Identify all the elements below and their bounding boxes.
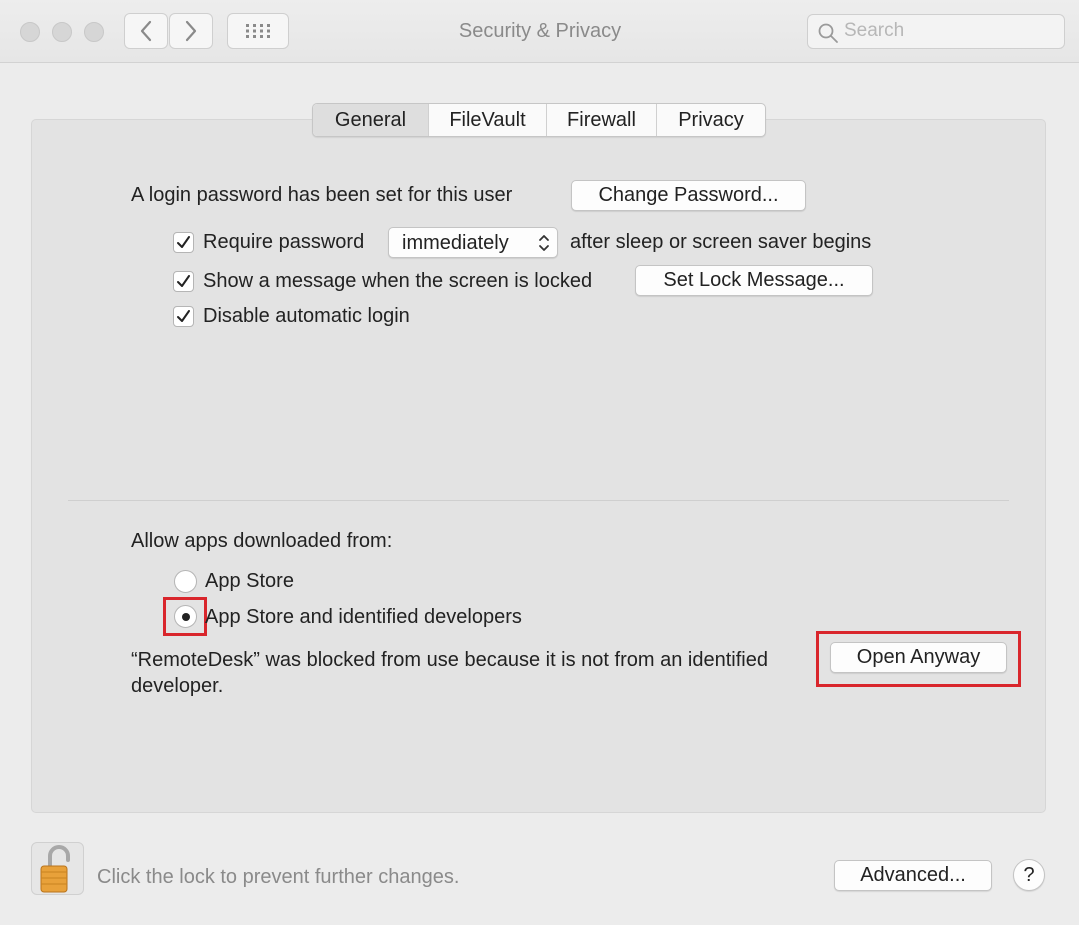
- change-password-button[interactable]: Change Password...: [571, 180, 806, 211]
- lock-button[interactable]: [31, 842, 84, 895]
- tab-firewall[interactable]: Firewall: [546, 104, 656, 136]
- require-password-label: Require password: [203, 231, 365, 253]
- show-message-label: Show a message when the screen is locked: [203, 270, 593, 292]
- search-icon: [818, 23, 838, 43]
- allow-apps-heading: Allow apps downloaded from:: [131, 530, 393, 552]
- require-password-delay-value: immediately: [402, 232, 509, 254]
- radio-app-store-identified-label: App Store and identified developers: [205, 606, 522, 628]
- unlocked-padlock-icon: [40, 845, 70, 893]
- close-window-button[interactable]: [20, 22, 40, 42]
- tab-filevault[interactable]: FileVault: [428, 104, 546, 136]
- stepper-arrows-icon: [539, 235, 549, 251]
- require-password-checkbox[interactable]: [173, 232, 194, 253]
- section-divider: [68, 500, 1009, 501]
- require-password-delay-select[interactable]: immediately: [388, 227, 558, 258]
- tab-general[interactable]: General: [313, 104, 428, 136]
- back-button[interactable]: [124, 13, 168, 49]
- open-anyway-highlight-box: [816, 631, 1021, 687]
- radio-highlight-box: [163, 597, 207, 636]
- checkmark-icon: [177, 275, 190, 287]
- radio-app-store-label: App Store: [205, 570, 294, 592]
- help-button[interactable]: ?: [1013, 859, 1045, 891]
- zoom-window-button[interactable]: [84, 22, 104, 42]
- advanced-button[interactable]: Advanced...: [834, 860, 992, 891]
- set-lock-message-button[interactable]: Set Lock Message...: [635, 265, 873, 296]
- show-all-button[interactable]: [227, 13, 289, 49]
- disable-auto-login-checkbox[interactable]: [173, 306, 194, 327]
- after-sleep-text: after sleep or screen saver begins: [570, 231, 872, 253]
- grid-icon: [246, 24, 270, 38]
- login-password-text: A login password has been set for this u…: [131, 184, 513, 206]
- checkmark-icon: [177, 310, 190, 322]
- search-input[interactable]: [844, 19, 1054, 43]
- window-title: Security & Privacy: [458, 20, 622, 42]
- blocked-app-message: “RemoteDesk” was blocked from use becaus…: [131, 649, 768, 697]
- tab-privacy[interactable]: Privacy: [656, 104, 765, 136]
- radio-app-store[interactable]: [174, 570, 197, 593]
- chevron-right-icon: [185, 20, 197, 42]
- tab-bar: General FileVault Firewall Privacy: [312, 103, 766, 137]
- disable-auto-login-label: Disable automatic login: [203, 305, 410, 327]
- forward-button[interactable]: [169, 13, 213, 49]
- lock-hint-text: Click the lock to prevent further change…: [97, 866, 460, 888]
- minimize-window-button[interactable]: [52, 22, 72, 42]
- checkmark-icon: [177, 236, 190, 248]
- chevron-left-icon: [140, 20, 152, 42]
- search-field[interactable]: [807, 14, 1065, 49]
- title-bar: Security & Privacy: [0, 0, 1079, 63]
- show-message-checkbox[interactable]: [173, 271, 194, 292]
- content-panel: [31, 119, 1046, 813]
